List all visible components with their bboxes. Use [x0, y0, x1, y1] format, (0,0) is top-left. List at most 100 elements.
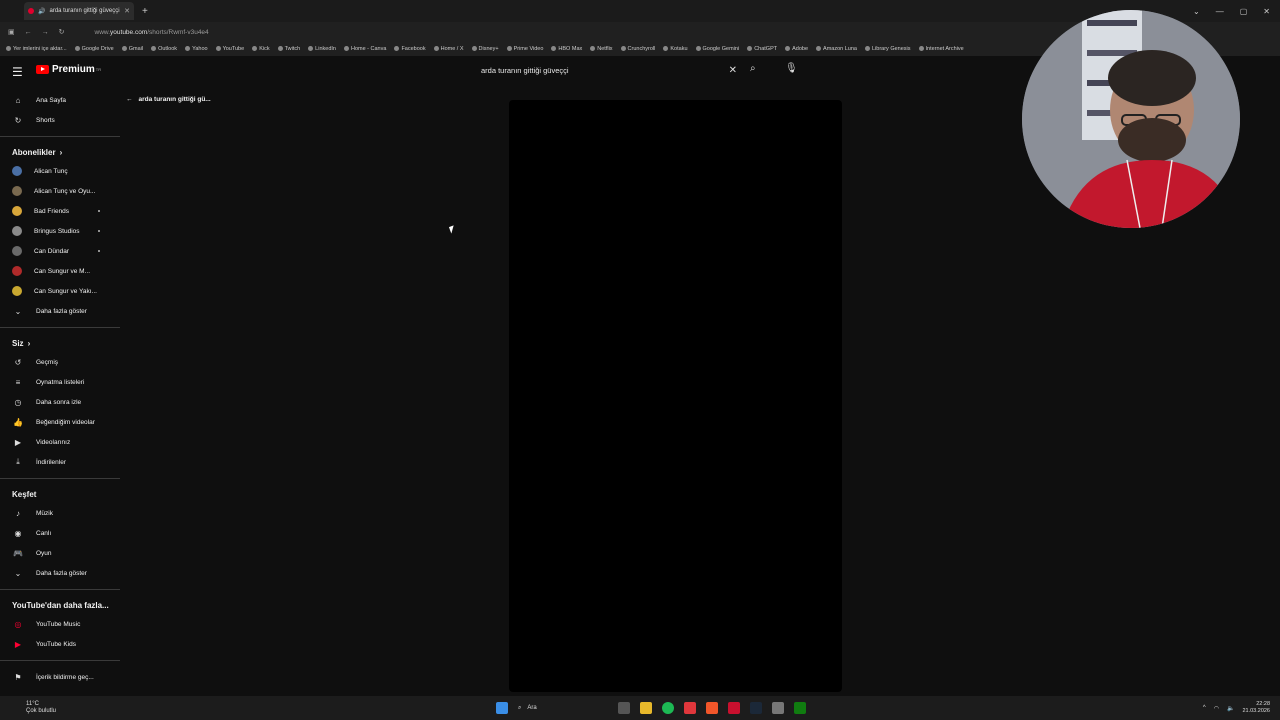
avatar [12, 186, 22, 196]
divider [0, 589, 120, 590]
sidebar-item-label: Can Sungur ve M... [34, 267, 90, 275]
sidebar-item[interactable]: ↺ Geçmiş [0, 352, 120, 372]
sidebar-item[interactable]: ↻ Shorts [0, 110, 120, 130]
sidebar-section-title: Keşfet [12, 489, 37, 499]
bookmark-item[interactable]: HBO Max [551, 46, 582, 52]
task-view-icon[interactable] [618, 702, 631, 714]
bookmark-item[interactable]: Yahoo [185, 46, 208, 52]
bookmark-item[interactable]: Amazon Luna [816, 46, 857, 52]
back-to-results[interactable]: ← arda turanın gittiği gü... [126, 96, 211, 103]
youtube-premium-logo[interactable]: Premium TR [36, 64, 101, 75]
sidebar-item[interactable]: Can Dündar [0, 241, 120, 261]
shorts-video-player[interactable] [509, 100, 842, 692]
sidebar-item[interactable]: ♪ Müzik [0, 503, 120, 523]
bookmark-item[interactable]: Disney+ [472, 46, 499, 52]
sidebar-item[interactable]: Alican Tunç ve Oyu... [0, 181, 120, 201]
hamburger-menu-icon[interactable]: ☰ [12, 65, 23, 79]
forward-icon[interactable]: → [42, 29, 49, 36]
sidebar-item[interactable]: ▶ Videolarınız [0, 432, 120, 452]
avatar [12, 166, 22, 176]
sidebar-item[interactable]: ⚑ İçerik bildirme geç... [0, 667, 120, 687]
opera-browser-icon[interactable] [684, 702, 697, 714]
browser-tab[interactable]: 🔊 arda turanın gittiği güveççi ✕ [24, 2, 134, 20]
chevron-right-icon: › [59, 147, 63, 157]
sidebar-item[interactable]: Can Sungur ve M... [0, 261, 120, 281]
search-icon[interactable]: ⌕ [750, 63, 756, 74]
sidebar-item[interactable]: ⌄ Daha fazla göster [0, 301, 120, 321]
gaming-icon: 🎮 [13, 548, 23, 558]
sidebar-section-title[interactable]: Siz › [0, 334, 120, 352]
steam-icon[interactable] [750, 702, 763, 714]
bookmark-item[interactable]: LinkedIn [308, 46, 336, 52]
sidebar-item[interactable]: ≡ Oynatma listeleri [0, 372, 120, 392]
bookmark-item[interactable]: YouTube [216, 46, 245, 52]
clock[interactable]: 22:28 21.03.2026 [1242, 701, 1270, 715]
bookmark-item[interactable]: ChatGPT [747, 46, 777, 52]
bookmark-item[interactable]: Gmail [122, 46, 143, 52]
sidebar-item[interactable]: 🎮 Oyun [0, 543, 120, 563]
file-explorer-icon[interactable] [640, 702, 653, 714]
maximize-button[interactable]: ▢ [1240, 7, 1248, 16]
bookmark-item[interactable]: Outlook [151, 46, 177, 52]
xbox-icon[interactable] [794, 702, 807, 714]
clear-search-icon[interactable]: ✕ [729, 65, 737, 76]
bookmark-item[interactable]: Google Gemini [696, 46, 740, 52]
sidebar-item[interactable]: ⤓ İndirilenler [0, 452, 120, 472]
bookmark-item[interactable]: Crunchyroll [621, 46, 656, 52]
url-field[interactable]: www.youtube.com/shorts/Rwmf-v3u4e4 [95, 29, 209, 36]
sidebar-item-label: Oynatma listeleri [36, 378, 85, 386]
bookmark-item[interactable]: Netflix [590, 46, 612, 52]
volume-icon[interactable]: 🔈 [1227, 705, 1234, 712]
bookmark-item[interactable]: Home / X [434, 46, 464, 52]
spotify-icon[interactable] [662, 702, 675, 714]
bookmark-item[interactable]: Home - Canva [344, 46, 386, 52]
bookmark-item[interactable]: Facebook [394, 46, 425, 52]
sidebar-item[interactable]: ◎ YouTube Music [0, 614, 120, 634]
bookmark-item[interactable]: Twitch [278, 46, 301, 52]
sidebar-item-label: Geçmiş [36, 358, 59, 366]
sidebar-item[interactable]: 👍 Beğendiğim videolar [0, 412, 120, 432]
new-tab-button[interactable]: + [142, 6, 148, 17]
settings-icon[interactable] [772, 702, 785, 714]
windows-start-icon[interactable] [496, 702, 509, 714]
bookmark-item[interactable]: Internet Archive [919, 46, 964, 52]
bookmark-item[interactable]: Prime Video [507, 46, 544, 52]
microphone-icon[interactable]: 🎙 [785, 63, 798, 74]
bookmark-item[interactable]: Library Genesis [865, 46, 911, 52]
sidebar-item[interactable]: Bad Friends [0, 201, 120, 221]
sidebar-item[interactable]: Bringus Studios [0, 221, 120, 241]
speaker-icon: 🔊 [38, 8, 46, 15]
sidebar-item-label: İndirilenler [36, 458, 66, 466]
sidebar-item[interactable]: Can Sungur ve Yakı... [0, 281, 120, 301]
close-window-button[interactable]: ✕ [1263, 7, 1270, 16]
taskbar-search[interactable]: ⌕ Ara [518, 705, 608, 712]
sidebar-item[interactable]: ⌂ Ana Sayfa [0, 90, 120, 110]
weather-widget[interactable]: 11°C Çok bulutlu [26, 701, 56, 715]
sidebar-item[interactable]: ◷ Daha sonra izle [0, 392, 120, 412]
sidebar-toggle-icon[interactable]: ▣ [8, 28, 15, 36]
sidebar-item[interactable]: ⌄ Daha fazla göster [0, 563, 120, 583]
flag-icon: ⚑ [14, 672, 22, 682]
tray-chevron-icon[interactable]: ^ [1203, 705, 1206, 711]
sidebar-section-title[interactable]: Abonelikler › [0, 143, 120, 161]
search-input[interactable]: arda turanın gittiği güveççi ✕ [475, 62, 745, 78]
back-icon[interactable]: ← [25, 29, 32, 36]
minimize-button[interactable]: — [1216, 7, 1224, 16]
bookmark-item[interactable]: Yer imlerini içe aktar... [6, 46, 67, 52]
bookmark-item[interactable]: Google Drive [75, 46, 114, 52]
sidebar-item-label: Bringus Studios [34, 227, 80, 235]
sidebar-item-label: Bad Friends [34, 207, 70, 215]
sidebar-item[interactable]: ▶ YouTube Kids [0, 634, 120, 654]
brave-icon[interactable] [706, 702, 719, 714]
bookmark-item[interactable]: Adobe [785, 46, 808, 52]
sidebar-item[interactable]: ◉ Canlı [0, 523, 120, 543]
bookmark-item[interactable]: Kotaku [663, 46, 687, 52]
app-red-icon[interactable] [728, 702, 741, 714]
reload-icon[interactable]: ↻ [59, 28, 65, 36]
close-tab-icon[interactable]: ✕ [124, 7, 130, 15]
sidebar-item[interactable]: Alican Tunç [0, 161, 120, 181]
tab-title: arda turanın gittiği güveççi [49, 8, 120, 14]
bookmark-item[interactable]: Kick [252, 46, 269, 52]
chevron-down-icon[interactable]: ⌄ [1193, 7, 1200, 16]
wifi-icon[interactable]: ◠ [1214, 705, 1219, 712]
